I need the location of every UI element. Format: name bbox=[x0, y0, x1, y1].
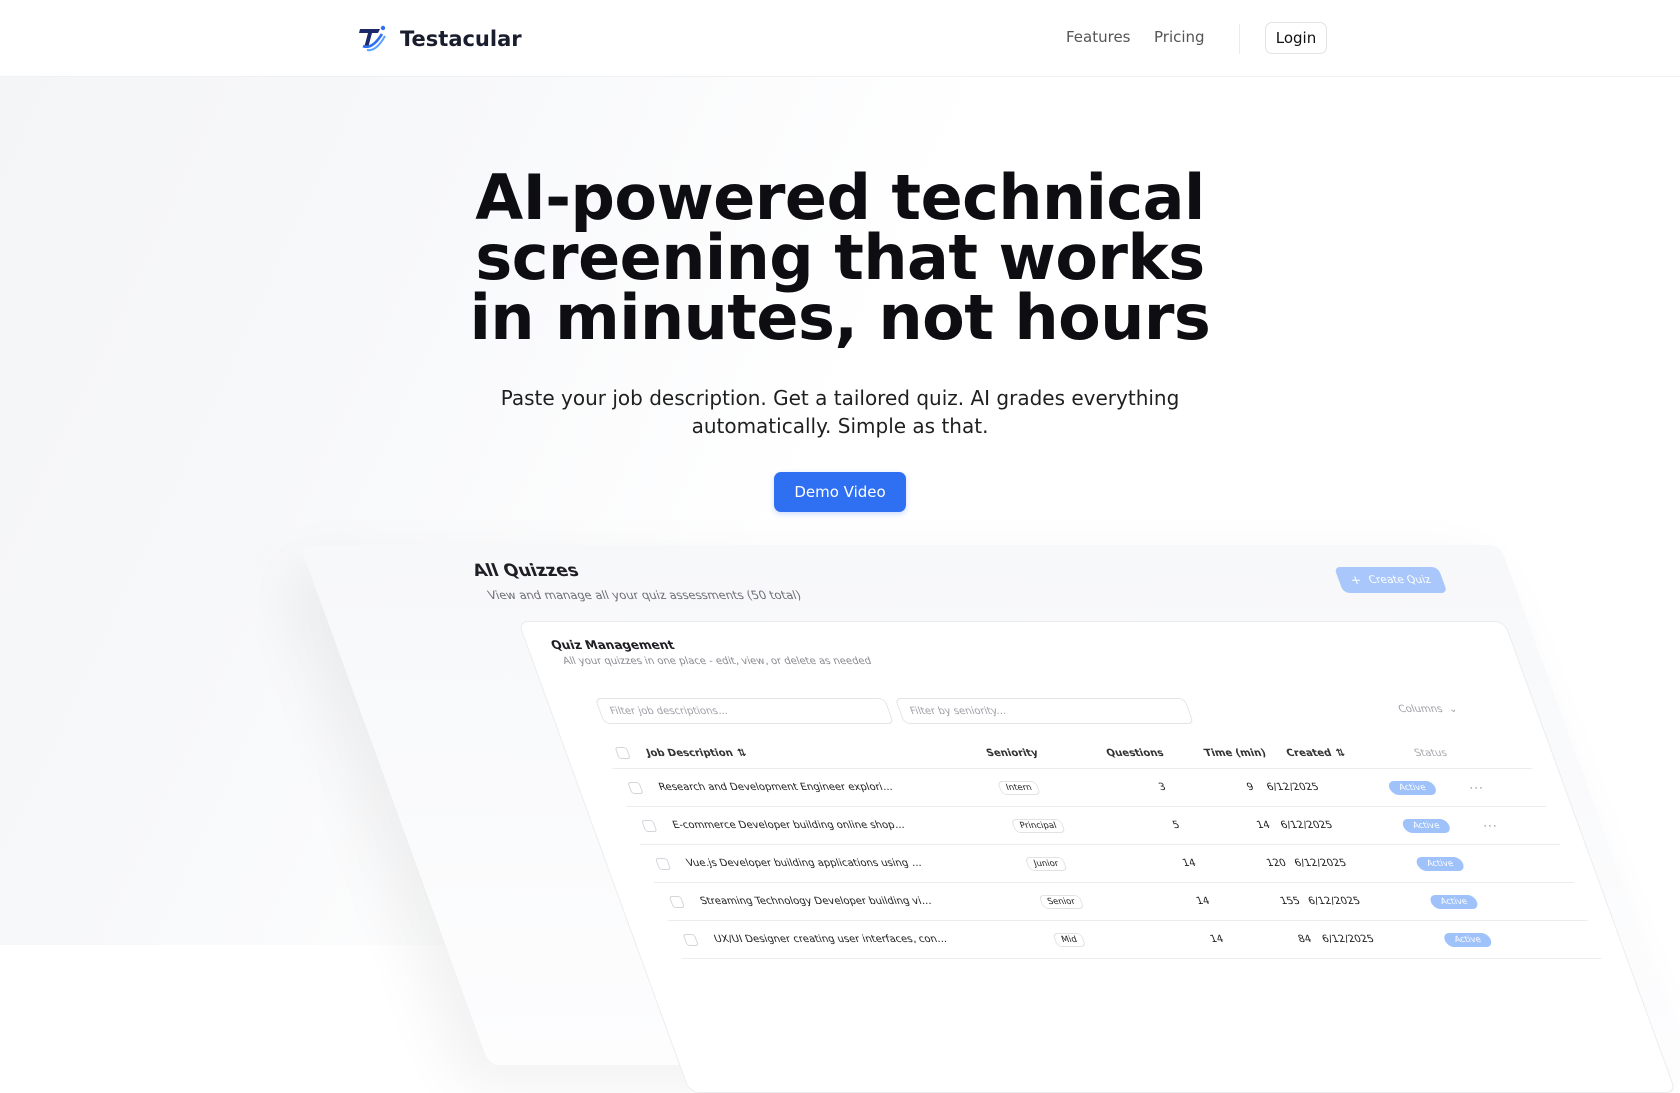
seniority-badge: Mid bbox=[1052, 932, 1087, 947]
status-badge: Active bbox=[1442, 932, 1494, 947]
demo-video-button[interactable]: Demo Video bbox=[774, 472, 906, 512]
hero-subheading-line-1: Paste your job description. Get a tailor… bbox=[500, 386, 1180, 410]
nav-link-pricing[interactable]: Pricing bbox=[1154, 28, 1205, 46]
row-job-description: Research and Development Engineer explor… bbox=[657, 782, 895, 793]
row-questions: 5 bbox=[1171, 820, 1182, 831]
header-created-label: Created bbox=[1284, 747, 1334, 759]
hero-subheading: Paste your job description. Get a tailor… bbox=[440, 384, 1240, 440]
row-created: 6/12/2025 bbox=[1320, 934, 1376, 945]
row-created: 6/12/2025 bbox=[1265, 782, 1321, 793]
nav-link-features[interactable]: Features bbox=[1066, 28, 1131, 46]
header-job-description: Job Description ⇅ bbox=[641, 738, 751, 768]
header-status: Status bbox=[1412, 747, 1449, 759]
brand-logo-icon bbox=[359, 25, 386, 52]
table-header-row: Job Description ⇅ Seniority Questions Ti… bbox=[601, 738, 1533, 769]
hero-headline-line-3: in minutes, not hours bbox=[469, 281, 1211, 354]
row-created: 6/12/2025 bbox=[1292, 858, 1349, 869]
row-job-description: UX/UI Designer creating user interfaces,… bbox=[712, 934, 949, 945]
row-checkbox bbox=[654, 857, 672, 870]
filter-job-input: Filter job descriptions... bbox=[594, 698, 895, 724]
row-created: 6/12/2025 bbox=[1306, 896, 1363, 907]
preview-subtitle: View and manage all your quiz assessment… bbox=[485, 588, 804, 602]
row-time: 84 bbox=[1296, 934, 1314, 945]
card-subtitle: All your quizzes in one place - edit, vi… bbox=[561, 656, 874, 667]
seniority-badge: Senior bbox=[1038, 894, 1085, 909]
row-job-description: Streaming Technology Developer building … bbox=[698, 896, 933, 907]
table-row: E-commerce Developer building online sho… bbox=[626, 807, 1561, 845]
header-job-label: Job Description bbox=[644, 747, 735, 759]
plus-icon: + bbox=[1348, 573, 1364, 587]
row-questions: 14 bbox=[1208, 934, 1226, 945]
nav-divider bbox=[1239, 24, 1240, 54]
preview-title: All Quizzes bbox=[469, 561, 582, 581]
row-checkbox bbox=[682, 933, 699, 946]
top-nav: Testacular Features Pricing Login bbox=[0, 0, 1680, 77]
row-checkbox bbox=[640, 819, 658, 832]
select-all-checkbox bbox=[614, 747, 631, 759]
hero-subheading-line-2: automatically. Simple as that. bbox=[691, 414, 989, 438]
quiz-management-card: Quiz Management All your quizzes in one … bbox=[517, 621, 1677, 1093]
row-questions: 14 bbox=[1180, 858, 1198, 869]
status-badge: Active bbox=[1386, 780, 1439, 795]
columns-dropdown: Columns ⌄ bbox=[1397, 704, 1459, 715]
more-options-icon: ··· bbox=[1466, 780, 1487, 795]
header-created: Created ⇅ bbox=[1281, 738, 1350, 768]
seniority-badge: Intern bbox=[996, 780, 1042, 795]
create-quiz-label: Create Quiz bbox=[1366, 574, 1433, 586]
row-job-description: Vue.js Developer building applications u… bbox=[684, 858, 924, 869]
status-badge: Active bbox=[1414, 856, 1466, 871]
row-time: 120 bbox=[1264, 858, 1289, 869]
seniority-badge: Junior bbox=[1024, 856, 1068, 871]
row-job-description: E-commerce Developer building online sho… bbox=[671, 820, 907, 831]
brand-logo[interactable]: Testacular bbox=[358, 24, 522, 54]
row-time: 9 bbox=[1245, 782, 1256, 793]
header-seniority: Seniority bbox=[984, 747, 1040, 759]
card-title: Quiz Management bbox=[548, 638, 677, 652]
status-badge: Active bbox=[1400, 818, 1452, 833]
row-questions: 14 bbox=[1194, 896, 1212, 907]
row-time: 155 bbox=[1278, 896, 1302, 907]
sort-icon: ⇅ bbox=[735, 747, 749, 759]
hero-headline: AI-powered technical screening that work… bbox=[440, 167, 1240, 349]
chevron-down-icon: ⌄ bbox=[1443, 704, 1460, 715]
more-options-icon: ··· bbox=[1480, 818, 1501, 833]
seniority-badge: Principal bbox=[1010, 818, 1066, 833]
sort-icon: ⇅ bbox=[1334, 747, 1347, 759]
row-time: 14 bbox=[1255, 820, 1272, 831]
quiz-table: Job Description ⇅ Seniority Questions Ti… bbox=[601, 738, 1602, 959]
row-created: 6/12/2025 bbox=[1279, 820, 1335, 831]
table-row: Research and Development Engineer explor… bbox=[612, 769, 1547, 807]
product-preview: All Quizzes View and manage all your qui… bbox=[300, 545, 1680, 1093]
filter-seniority-input: Filter by seniority... bbox=[894, 698, 1195, 724]
table-row: Streaming Technology Developer building … bbox=[654, 883, 1588, 921]
login-button[interactable]: Login bbox=[1265, 22, 1327, 54]
row-checkbox bbox=[627, 781, 644, 794]
header-time: Time (min) bbox=[1202, 747, 1268, 759]
create-quiz-button: + Create Quiz bbox=[1334, 567, 1448, 593]
status-badge: Active bbox=[1428, 894, 1480, 909]
row-checkbox bbox=[668, 895, 685, 908]
table-row: UX/UI Designer creating user interfaces,… bbox=[667, 921, 1602, 959]
row-questions: 3 bbox=[1157, 782, 1168, 793]
table-row: Vue.js Developer building applications u… bbox=[640, 845, 1575, 883]
columns-label: Columns bbox=[1396, 704, 1445, 715]
brand-name: Testacular bbox=[400, 27, 522, 51]
header-questions: Questions bbox=[1104, 747, 1166, 759]
